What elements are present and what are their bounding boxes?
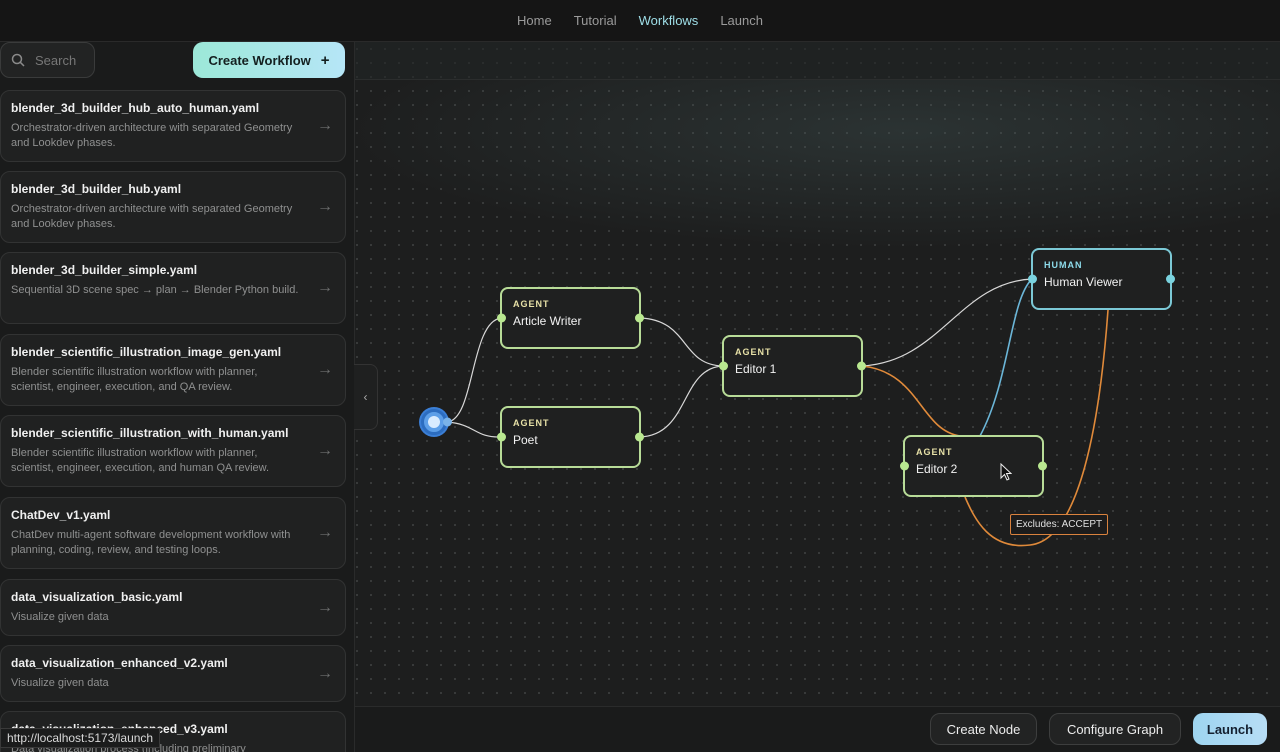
node-article-writer[interactable]: AGENT Article Writer: [497, 287, 644, 349]
edge-condition-label[interactable]: Excludes: ACCEPT: [1010, 514, 1109, 535]
node-editor-2[interactable]: AGENT Editor 2: [900, 435, 1047, 497]
node-poet[interactable]: AGENT Poet: [497, 406, 644, 468]
input-port-icon[interactable]: [1028, 274, 1037, 284]
search-icon: [11, 53, 25, 67]
launch-button[interactable]: Launch: [1193, 713, 1267, 745]
list-item[interactable]: data_visualization_basic.yaml Visualize …: [0, 579, 346, 636]
workflow-description: Blender scientific illustration workflow…: [11, 366, 258, 393]
arrow-right-icon: →: [317, 664, 333, 682]
plus-icon: +: [320, 51, 330, 69]
workflow-name: blender_3d_builder_hub.yaml: [11, 182, 182, 196]
list-item[interactable]: blender_scientific_illustration_with_hum…: [0, 415, 346, 487]
workflow-description: Visualize given data: [11, 611, 109, 623]
node-human-viewer[interactable]: HUMAN Human Viewer: [1028, 248, 1175, 310]
workflow-description: Orchestrator-driven architecture with se…: [11, 122, 293, 149]
workflow-description: Sequential 3D scene spec → plan → Blende…: [11, 284, 299, 296]
workflow-description: ChatDev multi-agent software development…: [11, 529, 291, 556]
arrow-right-icon: →: [317, 524, 333, 541]
workflow-name: ChatDev_v1.yaml: [11, 508, 111, 522]
node-kind: AGENT: [916, 447, 953, 457]
workflow-description: Blender scientific illustration workflow…: [11, 447, 270, 474]
list-item[interactable]: blender_3d_builder_hub_auto_human.yaml O…: [0, 90, 346, 162]
collapse-sidebar-button[interactable]: ‹: [354, 364, 378, 430]
top-nav: Home Tutorial Workflows Launch: [0, 0, 1280, 42]
input-port-icon[interactable]: [719, 361, 728, 371]
arrow-right-icon: →: [317, 279, 333, 296]
workflow-name: blender_scientific_illustration_image_ge…: [11, 345, 282, 359]
arrow-right-icon: →: [317, 598, 333, 616]
output-port-icon[interactable]: [1166, 274, 1175, 284]
input-port-icon[interactable]: [497, 313, 506, 323]
arrow-right-icon: →: [317, 442, 333, 459]
workflow-name: data_visualization_enhanced_v2.yaml: [11, 656, 228, 670]
output-port-icon[interactable]: [857, 361, 866, 371]
nav-tutorial[interactable]: Tutorial: [574, 13, 617, 28]
node-title: Article Writer: [513, 314, 582, 328]
node-title: Poet: [513, 433, 538, 447]
input-port-icon[interactable]: [497, 432, 506, 442]
output-port-icon[interactable]: [635, 313, 644, 323]
canvas-header: [340, 42, 1280, 80]
list-item[interactable]: blender_3d_builder_hub.yaml Orchestrator…: [0, 171, 346, 243]
workflow-name: data_visualization_basic.yaml: [11, 590, 183, 604]
list-item[interactable]: blender_scientific_illustration_image_ge…: [0, 334, 346, 406]
workflow-sidebar: Create Workflow + blender_3d_builder_hub…: [0, 42, 355, 752]
search-box[interactable]: [0, 42, 95, 78]
input-port-icon[interactable]: [900, 461, 909, 471]
node-kind: AGENT: [735, 347, 772, 357]
workflow-description: Orchestrator-driven architecture with se…: [11, 203, 293, 230]
nav-home[interactable]: Home: [517, 13, 552, 28]
create-node-button[interactable]: Create Node: [930, 713, 1037, 745]
arrow-right-icon: →: [317, 117, 333, 134]
list-item[interactable]: blender_3d_builder_simple.yaml Sequentia…: [0, 252, 346, 324]
configure-graph-button[interactable]: Configure Graph: [1049, 713, 1181, 745]
node-kind: AGENT: [513, 418, 550, 428]
output-port-icon[interactable]: [1038, 461, 1047, 471]
node-kind: HUMAN: [1044, 260, 1083, 270]
status-bar-url: http://localhost:5173/launch: [0, 728, 161, 748]
chevron-left-icon: ‹: [363, 390, 368, 404]
node-title: Human Viewer: [1044, 275, 1123, 289]
arrow-right-icon: →: [317, 361, 333, 378]
arrow-right-icon: →: [317, 198, 333, 215]
nav-workflows[interactable]: Workflows: [639, 13, 699, 28]
create-workflow-button[interactable]: Create Workflow +: [193, 42, 345, 78]
mouse-cursor-icon: [1000, 463, 1012, 481]
workflow-name: blender_3d_builder_simple.yaml: [11, 263, 198, 277]
node-title: Editor 2: [916, 462, 958, 476]
workflow-name: blender_scientific_illustration_with_hum…: [11, 426, 289, 440]
node-kind: AGENT: [513, 299, 550, 309]
search-input[interactable]: [35, 52, 90, 68]
list-item[interactable]: data_visualization_enhanced_v2.yaml Visu…: [0, 645, 346, 702]
node-title: Editor 1: [735, 362, 777, 376]
list-item[interactable]: ChatDev_v1.yaml ChatDev multi-agent soft…: [0, 497, 346, 569]
workflow-name: blender_3d_builder_hub_auto_human.yaml: [11, 101, 260, 115]
node-editor-1[interactable]: AGENT Editor 1: [719, 335, 866, 397]
start-port-icon[interactable]: [443, 417, 452, 427]
nav-launch[interactable]: Launch: [720, 13, 763, 28]
output-port-icon[interactable]: [635, 432, 644, 442]
workflow-description: Visualize given data: [11, 677, 109, 689]
create-workflow-label: Create Workflow: [208, 52, 311, 68]
